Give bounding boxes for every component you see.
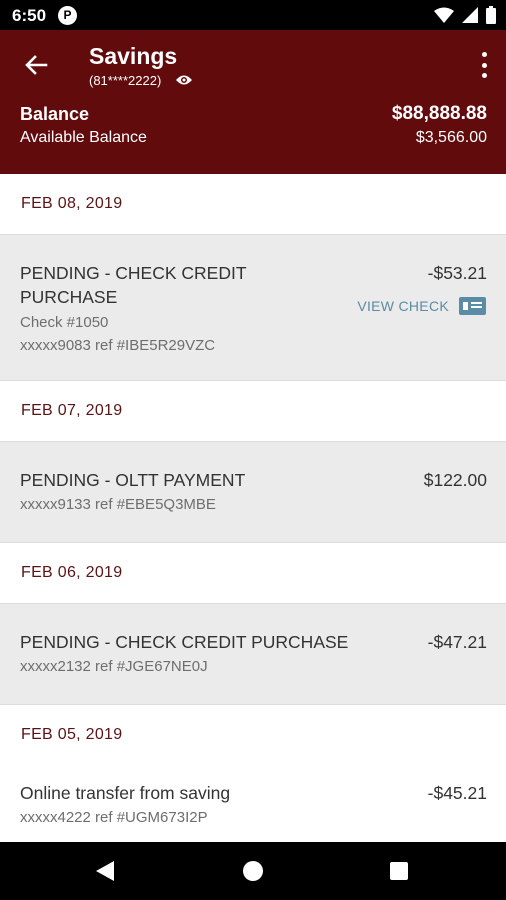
transaction-ref: xxxxx9133 ref #EBE5Q3MBE	[20, 496, 216, 513]
status-time: 6:50	[12, 6, 47, 25]
transaction-row[interactable]: PENDING - OLTT PAYMENT xxxxx9133 ref #EB…	[0, 441, 506, 543]
back-arrow-icon	[25, 55, 48, 75]
page-title: Savings	[89, 43, 178, 69]
available-balance-value: $3,566.00	[415, 129, 487, 146]
transaction-description-cont: PURCHASE	[20, 287, 118, 307]
view-check-label: VIEW CHECK	[357, 298, 449, 314]
transaction-description: Online transfer from saving	[20, 783, 231, 803]
transaction-row[interactable]: PENDING - CHECK CREDIT PURCHASE Check #1…	[0, 234, 506, 381]
status-bar: 6:50 P	[0, 0, 506, 30]
signal-icon	[462, 7, 478, 23]
transaction-ref: xxxxx2132 ref #JGE67NE0J	[20, 658, 208, 675]
balance-value: $88,888.88	[391, 103, 487, 124]
back-button[interactable]	[18, 50, 54, 80]
available-balance-label: Available Balance	[20, 129, 147, 146]
check-number: Check #1050	[20, 314, 109, 331]
nav-home-icon[interactable]	[243, 861, 263, 881]
system-icons	[434, 6, 496, 24]
transaction-row[interactable]: PENDING - CHECK CREDIT PURCHASE xxxxx213…	[0, 603, 506, 705]
date-header: FEB 08, 2019	[0, 174, 506, 234]
date-header: FEB 07, 2019	[0, 381, 506, 441]
transaction-amount: -$53.21	[427, 263, 487, 283]
app-notification-icon: P	[58, 6, 77, 25]
eye-icon[interactable]	[175, 73, 193, 87]
transaction-description: PENDING - OLTT PAYMENT	[20, 470, 246, 490]
more-vert-icon[interactable]	[478, 52, 490, 78]
transaction-ref: xxxxx9083 ref #IBE5R29VZC	[20, 337, 216, 354]
date-header: FEB 05, 2019	[0, 705, 506, 765]
transaction-amount: -$45.21	[427, 783, 487, 803]
transaction-description: PENDING - CHECK CREDIT PURCHASE	[20, 632, 349, 652]
transaction-description: PENDING - CHECK CREDIT	[20, 263, 247, 283]
check-card-icon	[459, 297, 486, 315]
transaction-amount: $122.00	[423, 470, 487, 490]
nav-recents-icon[interactable]	[390, 862, 408, 880]
transaction-row[interactable]: Online transfer from saving xxxxx4222 re…	[0, 765, 506, 842]
nav-back-icon[interactable]	[96, 861, 114, 881]
transaction-ref: xxxxx4222 ref #UGM673I2P	[20, 809, 208, 826]
system-nav-bar	[0, 842, 506, 900]
battery-icon	[486, 6, 496, 24]
balance-label: Balance	[20, 104, 90, 124]
transaction-list[interactable]: FEB 08, 2019 PENDING - CHECK CREDIT PURC…	[0, 174, 506, 842]
account-header: Savings (81****2222) Balance $88,888.88 …	[0, 30, 506, 174]
transaction-amount: -$47.21	[427, 632, 487, 652]
account-number: (81****2222)	[89, 73, 162, 88]
view-check-link[interactable]: VIEW CHECK	[357, 297, 486, 315]
date-header: FEB 06, 2019	[0, 543, 506, 603]
wifi-icon	[434, 7, 454, 23]
